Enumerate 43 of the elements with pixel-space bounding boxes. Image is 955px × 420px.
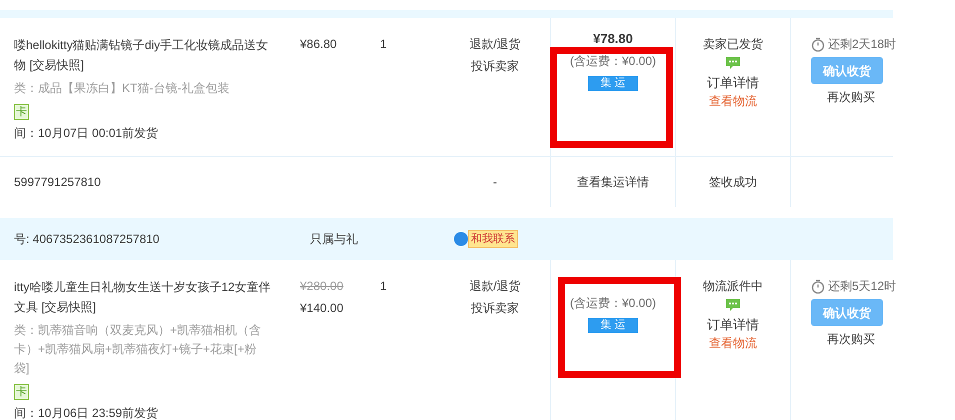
- card-badge: 卡: [14, 104, 29, 120]
- ship-deadline: 间：10月06日 23:59前发货: [14, 405, 160, 420]
- consolidation-tag: 集 运: [588, 76, 638, 91]
- product-spec: 类：成品【果冻白】KT猫-台镜-礼盒包装: [14, 80, 230, 97]
- countdown: 还剩2天18时: [828, 36, 896, 53]
- product-title[interactable]: itty哈喽儿童生日礼物女生送十岁女孩子12女童伴 文具 [交易快照]: [14, 277, 300, 317]
- order-details-link[interactable]: 订单详情: [707, 315, 759, 334]
- after-sale-link[interactable]: 投诉卖家: [471, 57, 519, 75]
- product-spec: 类：凯蒂猫音响（双麦克风）+凯蒂猫相机（含 卡）+凯蒂猫风扇+凯蒂猫夜灯+镜子+花束[+粉 袋]: [14, 322, 262, 377]
- order-number: 号: 4067352361087257810: [14, 231, 160, 248]
- ship-deadline: 间：10月07日 00:01前发货: [14, 125, 160, 142]
- stopwatch-icon: [811, 278, 825, 294]
- tracking-number: 5997791257810: [13, 174, 102, 191]
- original-price: ¥280.00: [300, 278, 344, 295]
- order-total: ¥78.80: [593, 32, 633, 46]
- order-details-link[interactable]: 订单详情: [707, 73, 759, 92]
- consolidation-details-link[interactable]: 查看集运详情: [550, 157, 675, 207]
- chat-icon[interactable]: [725, 298, 741, 312]
- after-sale-link[interactable]: 退款/退货: [469, 35, 521, 53]
- countdown: 还剩5天12时: [828, 278, 896, 295]
- shipping-fee: (含运费：¥0.00): [570, 53, 656, 70]
- card-badge: 卡: [14, 384, 29, 400]
- after-sale-link[interactable]: 投诉卖家: [471, 299, 519, 317]
- after-sale-link[interactable]: 退款/退货: [469, 277, 521, 295]
- snapshot-link[interactable]: [交易快照]: [41, 300, 96, 314]
- quantity: 1: [380, 37, 387, 51]
- chat-bubble-icon: [454, 232, 468, 246]
- chat-icon[interactable]: [725, 56, 741, 70]
- order-status: 物流派件中: [703, 278, 763, 295]
- product-title[interactable]: 喽hellokitty猫贴满钻镜子diy手工化妆镜成品送女 物 [交易快照]: [14, 35, 300, 75]
- quantity: 1: [380, 279, 387, 293]
- stopwatch-icon: [811, 36, 825, 52]
- order-status: 卖家已发货: [703, 36, 763, 53]
- delivery-result: 签收成功: [675, 157, 790, 207]
- table-cell-text: -: [492, 174, 498, 191]
- unit-price: ¥140.00: [300, 300, 344, 317]
- snapshot-link[interactable]: [交易快照]: [29, 58, 84, 72]
- rebuy-link[interactable]: 再次购买: [827, 330, 875, 348]
- shop-name[interactable]: 只属与礼: [310, 230, 454, 248]
- shipping-fee: (含运费：¥0.00): [570, 295, 656, 312]
- unit-price: ¥86.80: [300, 36, 338, 53]
- rebuy-link[interactable]: 再次购买: [827, 88, 875, 106]
- consolidation-tag: 集 运: [588, 318, 638, 333]
